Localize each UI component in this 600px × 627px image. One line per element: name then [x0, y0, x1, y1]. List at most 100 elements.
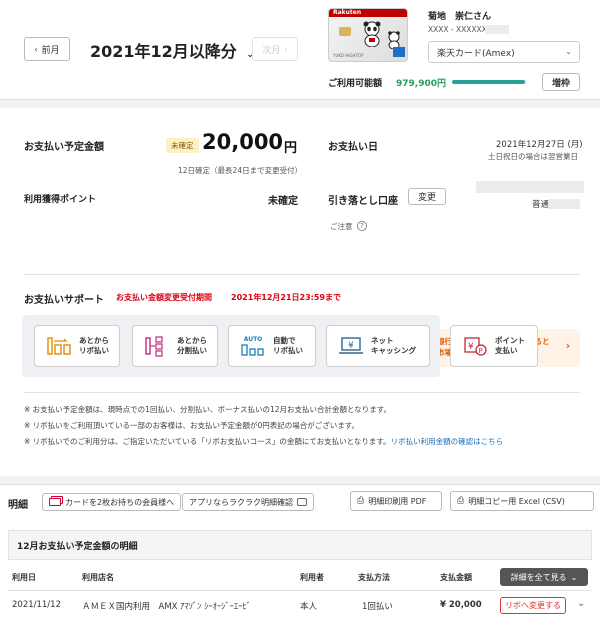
bank-name-redacted — [476, 181, 584, 193]
chevron-down-icon[interactable]: ⌄ — [577, 598, 585, 609]
laptop-yen-icon: ¥ — [337, 334, 365, 358]
header-store: 利用店名 — [82, 573, 114, 582]
header-amount: 支払金額 — [440, 573, 472, 582]
divider — [24, 392, 580, 393]
header-date: 利用日 — [12, 573, 36, 582]
payment-amount: 20,000 — [202, 130, 284, 154]
help-icon[interactable]: ? — [357, 221, 367, 231]
header-method: 支払方法 — [358, 573, 390, 582]
two-cards-button[interactable]: カードを2枚お持ちの会員様へ — [42, 493, 182, 511]
row-amount: ¥ 20,000 — [440, 600, 482, 610]
details-toolbar: 明細 カードを2枚お持ちの会員様へ アプリならラクラク明細確認 ⎙ 明細印刷用 … — [0, 484, 600, 524]
app-details-label: アプリならラクラク明細確認 — [189, 497, 293, 507]
card-number: XXXX - XXXXXX - — [428, 25, 492, 34]
change-to-revolving-button[interactable]: リボへ変更する — [500, 597, 566, 614]
installment-later-button[interactable]: あとから 分割払い — [132, 325, 218, 367]
amex-logo-icon — [393, 47, 405, 57]
points-value: 未確定 — [268, 196, 298, 207]
available-amount: 979,900円 — [396, 79, 446, 89]
header-user: 利用者 — [300, 573, 324, 582]
point-payment-line2: 支払い — [495, 346, 518, 355]
prev-month-label: 前月 — [41, 45, 60, 56]
revolving-later-button[interactable]: あとから リボ払い — [34, 325, 120, 367]
card-chip — [339, 27, 351, 36]
row-user: 本人 — [300, 602, 318, 612]
month-selector[interactable]: 2021年12月以降分 ⌄ — [90, 38, 254, 62]
svg-text:¥: ¥ — [468, 342, 474, 352]
revolving-later-icon — [45, 334, 73, 358]
status-badge: 未確定 — [166, 138, 199, 153]
chevron-down-icon: ⌄ — [570, 572, 578, 582]
details-section-header: 12月お支払い予定金額の明細 — [8, 530, 592, 560]
net-cashing-line1: ネット — [371, 336, 394, 345]
cards-icon — [49, 498, 61, 506]
account-number-redacted — [548, 199, 580, 209]
copy-csv-label: 明細コピー用 Excel (CSV) — [468, 496, 565, 506]
print-pdf-label: 明細印刷用 PDF — [368, 496, 427, 506]
payment-note: 12日確定（最長24日まで変更受付） — [178, 166, 303, 175]
divider — [24, 274, 580, 275]
net-cashing-button[interactable]: ¥ ネット キャッシング — [326, 325, 430, 367]
card-number-redacted — [485, 25, 509, 34]
revolving-later-line1: あとから — [79, 336, 109, 345]
payment-currency: 円 — [284, 141, 298, 156]
user-name: 菊地 崇仁さん — [428, 12, 492, 22]
details-section-title: 12月お支払い予定金額の明細 — [17, 541, 138, 552]
two-cards-label: カードを2枚お持ちの会員様へ — [65, 497, 175, 507]
svg-text:P: P — [479, 347, 483, 355]
increase-limit-label: 増枠 — [551, 78, 570, 89]
app-details-button[interactable]: アプリならラクラク明細確認 — [182, 493, 314, 511]
details-summary: 12月お支払い予定金額の明細 利用日 利用店名 利用者 支払方法 支払金額 詳細… — [0, 524, 600, 627]
credit-card-image: Rakuten YUKO HIGHTOP — [328, 8, 408, 62]
row-method: 1回払い — [362, 602, 393, 612]
auto-revolving-button[interactable]: AUTO 自動で リボ払い — [228, 325, 316, 367]
row-date: 2021/11/12 — [12, 600, 61, 610]
printer-icon: ⎙ — [357, 496, 365, 506]
panda-icon — [361, 21, 383, 48]
net-cashing-line2: キャッシング — [371, 346, 416, 355]
copy-csv-button[interactable]: ⎙ 明細コピー用 Excel (CSV) — [450, 491, 594, 511]
payment-date-note: 土日祝日の場合は翌営業日 — [488, 152, 578, 161]
printer-icon: ⎙ — [457, 496, 465, 506]
account-type: 普通 — [532, 200, 550, 210]
installment-later-line1: あとから — [177, 336, 207, 345]
auto-revolving-line1: 自動で — [273, 336, 296, 345]
installment-later-line2: 分割払い — [177, 346, 207, 355]
chevron-left-icon: ‹ — [34, 44, 38, 54]
card-select-value: 楽天カード(Amex) — [437, 48, 515, 59]
chat-icon — [297, 498, 307, 506]
account-label: 引き落とし口座 — [328, 196, 398, 207]
increase-limit-button[interactable]: 増枠 — [542, 73, 580, 91]
auto-icon-text: AUTO — [243, 335, 263, 343]
change-account-button[interactable]: 変更 — [408, 188, 446, 205]
show-all-details-button[interactable]: 詳細を全て見る ⌄ — [500, 568, 588, 586]
chevron-right-icon: › — [565, 341, 570, 352]
card-brand-text: Rakuten — [333, 9, 362, 16]
card-select[interactable]: 楽天カード(Amex) ⌄ — [428, 41, 580, 63]
auto-revolving-line2: リボ払い — [273, 346, 303, 355]
point-payment-line1: ポイント — [495, 336, 525, 345]
available-progress — [452, 80, 526, 84]
revolving-check-link[interactable]: リボ払い利用金額の確認はこちら — [391, 437, 504, 446]
payment-date-label: お支払い日 — [328, 142, 378, 153]
details-title: 明細 — [8, 500, 28, 511]
change-account-label: 変更 — [417, 193, 436, 203]
note-1: ※ お支払い予定金額は、現時点での1回払い、分割払い、ボーナス払いの12月お支払… — [24, 405, 392, 414]
prev-month-button[interactable]: ‹ 前月 — [24, 37, 70, 61]
auto-revolving-icon: AUTO — [239, 334, 267, 358]
point-payment-icon: ¥ P — [461, 334, 489, 358]
change-to-revolving-label: リボへ変更する — [505, 601, 561, 610]
revolving-later-line2: リボ払い — [79, 346, 109, 355]
payment-title: お支払い予定金額 — [24, 142, 104, 153]
row-store: ＡＭＥＸ国内利用 AMX ｱﾏｿﾞﾝ ｼｰｵｰｼﾞｰｴｰﾋﾞ — [82, 602, 251, 612]
points-label: 利用獲得ポイント — [24, 195, 97, 205]
caution-label: ご注意 — [330, 222, 353, 231]
support-period-label: お支払い金額変更受付期間 — [116, 293, 212, 302]
next-month-button[interactable]: 次月 › — [252, 37, 298, 61]
print-pdf-button[interactable]: ⎙ 明細印刷用 PDF — [350, 491, 442, 511]
card-holder-text: YUKO HIGHTOP — [333, 53, 364, 58]
note-2: ※ リボ払いをご利用頂いている一部のお客様は、お支払い予定金額が0円表記の場合が… — [24, 421, 359, 430]
support-options: あとから リボ払い あとから 分割払い AUTO 自動で リボ払い ¥ ネット キャッシ… — [22, 315, 440, 377]
installment-later-icon — [143, 334, 171, 358]
point-payment-button[interactable]: ¥ P ポイント 支払い — [450, 325, 538, 367]
